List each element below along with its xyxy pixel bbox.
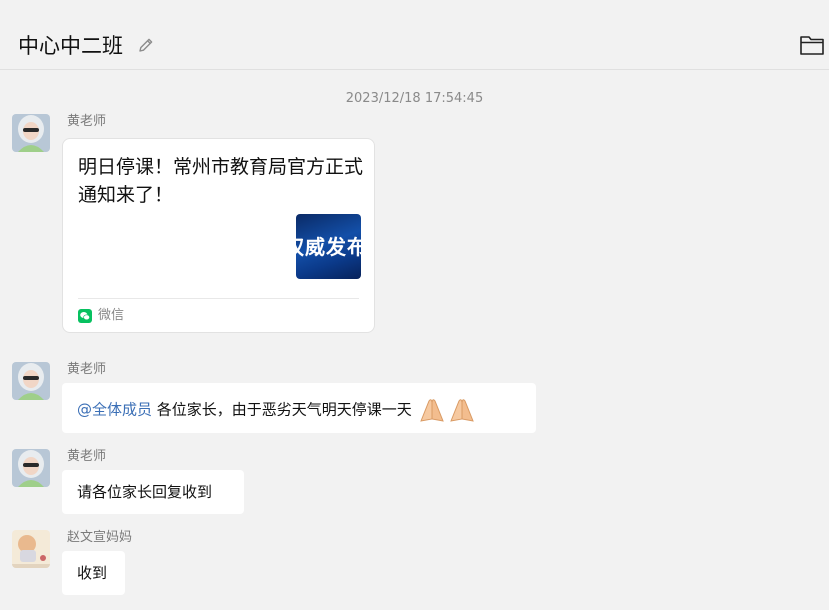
message-bubble[interactable]: 收到 <box>62 551 125 595</box>
pray-hands-icon <box>419 399 444 422</box>
sender-name: 黄老师 <box>67 114 107 129</box>
avatar[interactable] <box>12 362 50 400</box>
message-bubble[interactable]: @全体成员 各位家长，由于恶劣天气明天停课一天 <box>62 383 536 433</box>
avatar[interactable] <box>12 114 50 152</box>
avatar[interactable] <box>12 530 50 568</box>
wechat-icon <box>78 309 92 323</box>
chat-title: 中心中二班 <box>18 34 123 58</box>
pray-hands-icon <box>449 399 474 422</box>
message-text: 收到 <box>77 564 108 582</box>
chat-header: 中心中二班 <box>0 0 829 70</box>
card-thumbnail-text: 权威发布 <box>296 235 361 259</box>
card-divider <box>78 298 359 299</box>
message-timestamp: 2023/12/18 17:54:45 <box>345 91 484 106</box>
mention-all[interactable]: @全体成员 <box>77 401 152 419</box>
message-text: 请各位家长回复收到 <box>77 483 213 501</box>
avatar[interactable] <box>12 449 50 487</box>
sender-name: 黄老师 <box>67 362 107 377</box>
message-text: 各位家长，由于恶劣天气明天停课一天 <box>156 400 412 419</box>
pencil-icon[interactable] <box>137 36 155 54</box>
card-source: 微信 <box>98 308 125 323</box>
card-title: 明日停课！常州市教育局官方正式通知来了！ <box>78 156 364 206</box>
sender-name: 赵文宣妈妈 <box>67 530 133 545</box>
sender-name: 黄老师 <box>67 449 107 464</box>
link-card[interactable]: 明日停课！常州市教育局官方正式通知来了！ 权威发布 微信 <box>62 138 375 333</box>
folder-icon[interactable] <box>799 34 825 56</box>
card-thumbnail: 权威发布 <box>296 214 361 279</box>
message-bubble[interactable]: 请各位家长回复收到 <box>62 470 244 514</box>
